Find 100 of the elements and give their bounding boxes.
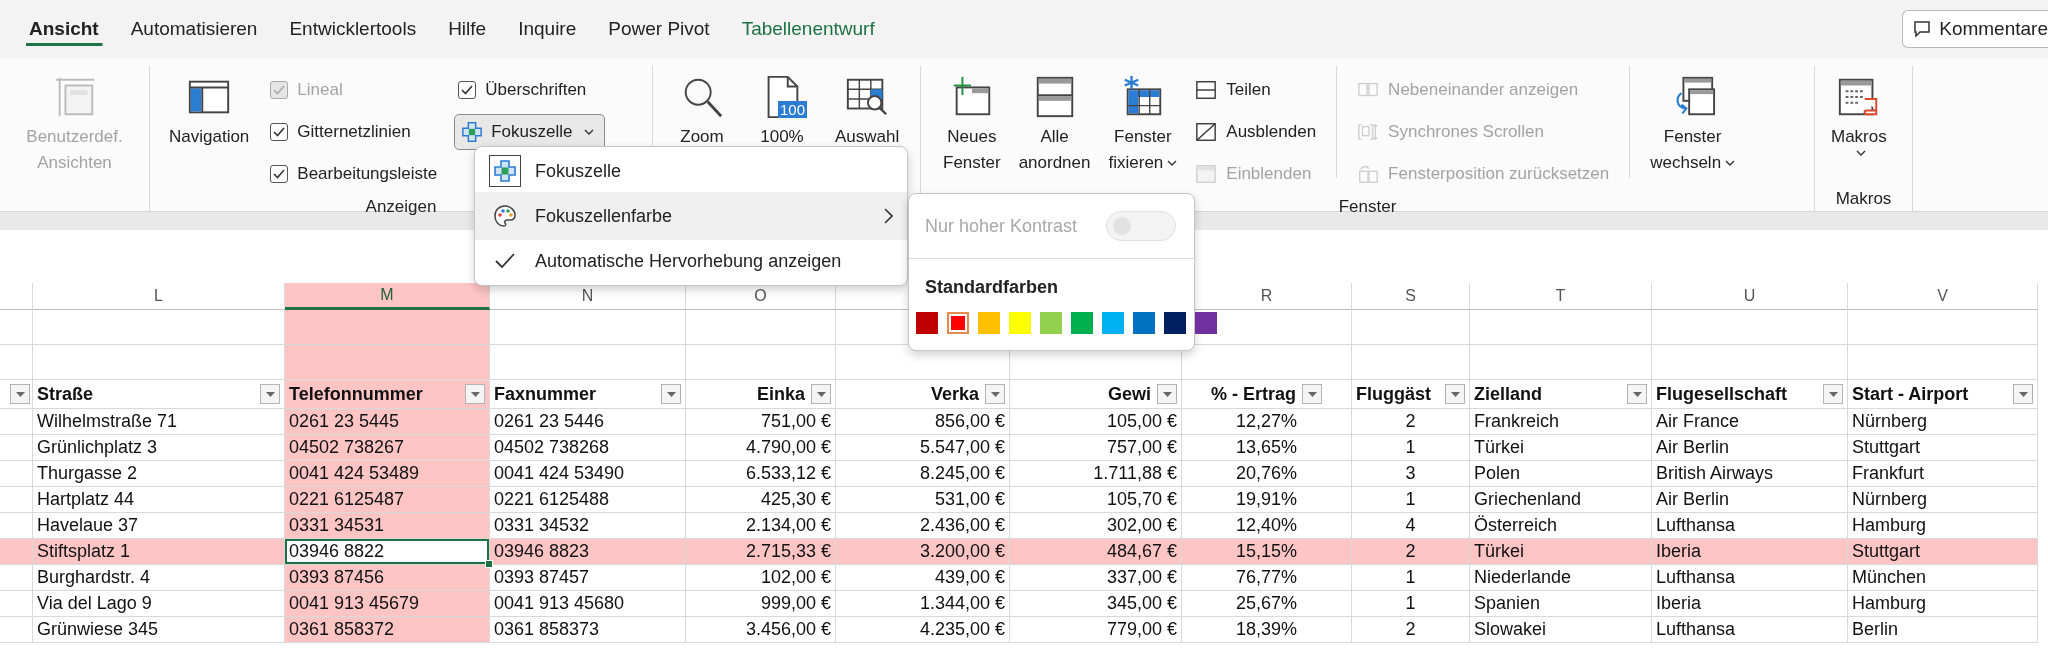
color-swatch[interactable] [916,312,938,334]
ribbon-tab[interactable]: Hilfe [432,6,503,52]
menu-item[interactable]: Fokuszellenfarbe [475,192,907,240]
empty-cell [0,310,33,345]
table-cell: 8.245,00 € [836,461,1010,487]
ribbon-button[interactable]: Fenster fixieren [1104,66,1182,176]
slashed-window-icon [1195,121,1218,143]
table-cell: Türkei [1470,435,1652,461]
column-letter[interactable]: T [1470,283,1652,310]
ribbon-tab[interactable]: Inquire [502,6,593,52]
filter-button[interactable] [1627,384,1647,404]
filter-button[interactable] [985,384,1005,404]
caret-icon [1450,391,1460,397]
filter-button[interactable] [1445,384,1465,404]
filter-button[interactable] [811,384,831,404]
ribbon-button[interactable]: Zoom [671,66,733,150]
table-cell: 0041 913 45680 [490,591,686,617]
table-cell: München [1848,565,2038,591]
table-cell: Nürnberg [1848,487,2038,513]
ribbon-tab[interactable]: Tabellenentwurf [725,6,891,52]
color-swatch[interactable] [1133,312,1155,334]
column-letter[interactable]: V [1848,283,2038,310]
filter-button[interactable] [2013,384,2033,404]
filter-button[interactable] [465,384,485,404]
table-cell: 0361 858373 [490,617,686,643]
table-cell: 439,00 € [836,565,1010,591]
table-cell: 0041 913 45679 [285,591,490,617]
table-cell: Wilhelmstraße 71 [33,409,285,435]
table-cell: Niederlande [1470,565,1652,591]
table-cell: Via del Lago 9 [33,591,285,617]
split-window-icon [1195,79,1218,101]
table-cell: 2.715,33 € [686,539,836,565]
menu-item[interactable]: Automatische Hervorhebung anzeigen [475,240,907,282]
menu-item[interactable]: Fokuszelle [475,150,907,192]
filter-button[interactable] [10,384,30,404]
table-cell: 856,00 € [836,409,1010,435]
column-title: Einka [756,383,805,405]
table-cell: British Airways [1652,461,1848,487]
ribbon-tab[interactable]: Power Pivot [592,6,726,52]
table-cell: Frankfurt [1848,461,2038,487]
table-cell: 345,00 € [1010,591,1182,617]
filter-button[interactable] [1157,384,1177,404]
color-swatch[interactable] [978,312,1000,334]
color-swatch[interactable] [1195,312,1217,334]
column-letter[interactable]: S [1352,283,1470,310]
table-cell: Berlin [1848,617,2038,643]
color-swatch[interactable] [1102,312,1124,334]
caret-icon [1725,159,1736,167]
filter-button[interactable] [1823,384,1843,404]
table-cell: Hamburg [1848,591,2038,617]
ribbon-button[interactable]: Neues Fenster [939,66,1005,176]
focus-cell-button[interactable]: Fokuszelle [454,114,606,150]
table-cell: 15,15% [1182,539,1352,565]
filter-button[interactable] [661,384,681,404]
caret-icon [666,391,676,397]
table-cell: Thurgasse 2 [33,461,285,487]
color-swatch[interactable] [1009,312,1031,334]
table-cell: 751,00 € [686,409,836,435]
ribbon-tab[interactable]: Automatisieren [114,6,274,52]
column-letter[interactable]: L [33,283,285,310]
ribbon-checkbox[interactable]: Gitternetzlinien [266,111,442,153]
table-cell: Stiftsplatz 1 [33,539,285,565]
ribbon-button[interactable]: Alle anordnen [1014,66,1095,176]
filter-button[interactable] [260,384,280,404]
color-swatch[interactable] [1040,312,1062,334]
empty-cell [0,283,33,310]
column-title: Start - Airport [1852,383,1969,405]
ribbon-checkbox[interactable]: Bearbeitungsleiste [266,153,442,195]
ribbon-button[interactable]: Fenster wechseln [1646,66,1740,176]
focus-cross-icon [461,121,484,143]
table-cell: Stuttgart [1848,539,2038,565]
table-cell: 0361 858372 [285,617,490,643]
column-title: Straße [37,383,94,405]
fill-handle[interactable] [485,560,493,568]
column-title: Zielland [1474,383,1542,405]
ribbon-button[interactable]: Navigation [165,66,254,150]
table-cell: 1.711,88 € [1010,461,1182,487]
active-cell[interactable]: 03946 8822 [285,539,490,565]
table-cell: 1 [1352,565,1470,591]
toggle-label: Nur hoher Kontrast [925,215,1078,237]
filter-button[interactable] [1302,384,1322,404]
table-cell: Lufthansa [1652,565,1848,591]
column-letter[interactable]: U [1652,283,1848,310]
table-cell: Air France [1652,409,1848,435]
column-letter[interactable]: M [285,283,490,310]
table-cell: 757,00 € [1010,435,1182,461]
color-swatch[interactable] [947,312,969,334]
ribbon-button[interactable]: Makros [1827,66,1891,157]
ribbon-button[interactable]: Teilen [1191,69,1321,111]
color-swatch[interactable] [1164,312,1186,334]
ribbon-button[interactable]: Ausblenden [1191,111,1321,153]
color-swatch[interactable] [1071,312,1093,334]
table-cell: 3.200,00 € [836,539,1010,565]
table-cell: Polen [1470,461,1652,487]
table-cell: 20,76% [1182,461,1352,487]
ribbon-tab[interactable]: Entwicklertools [273,6,433,52]
comments-button[interactable]: Kommentare [1902,10,2048,48]
ribbon-checkbox[interactable]: Überschriften [454,69,606,111]
column-title: Fluggäst [1356,383,1431,405]
table-cell: 105,00 € [1010,409,1182,435]
